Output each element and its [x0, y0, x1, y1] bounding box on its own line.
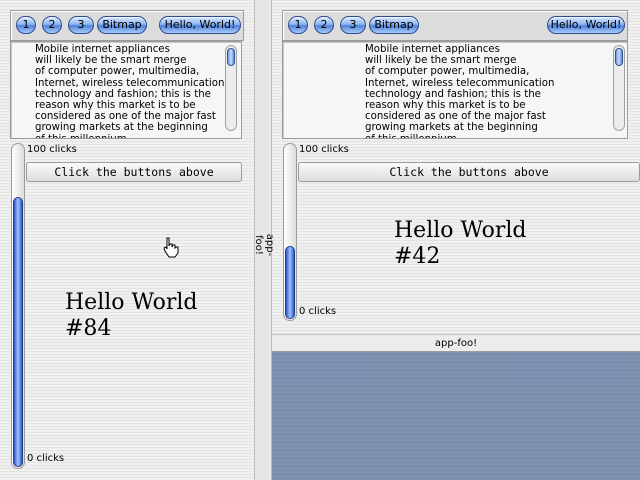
scrollbar-thumb[interactable]: [227, 48, 235, 66]
slider-fill[interactable]: [13, 197, 23, 467]
slider-max-label: 100 clicks: [299, 144, 349, 155]
button-1[interactable]: 1: [288, 16, 308, 34]
bitmap-button[interactable]: Bitmap: [97, 16, 147, 34]
bitmap-button[interactable]: Bitmap: [369, 16, 419, 34]
vertical-splitter[interactable]: app-foo!: [253, 0, 275, 480]
hello-world-button[interactable]: Hello, World!: [159, 16, 241, 34]
scrollbar-thumb[interactable]: [615, 48, 623, 66]
click-slider[interactable]: [283, 143, 297, 321]
button-3[interactable]: 3: [68, 16, 94, 34]
click-slider[interactable]: [11, 143, 25, 469]
button-2[interactable]: 2: [42, 16, 62, 34]
slider-max-label: 100 clicks: [27, 144, 77, 155]
text-scrollbar[interactable]: [225, 45, 237, 131]
app-title-label: app-foo!: [434, 338, 478, 349]
hello-world-button[interactable]: Hello, World!: [547, 16, 625, 34]
button-1[interactable]: 1: [16, 16, 36, 34]
text-view[interactable]: Mobile internet appliances will likely b…: [10, 41, 242, 139]
text-scrollbar[interactable]: [613, 45, 625, 131]
toolbar: 1 2 3 Bitmap Hello, World!: [10, 10, 244, 41]
slider-fill[interactable]: [285, 246, 295, 319]
hello-world-label: Hello World #42: [394, 218, 527, 269]
slider-min-label: 0 clicks: [299, 306, 337, 317]
hello-world-label: Hello World #84: [65, 290, 198, 341]
click-buttons-header[interactable]: Click the buttons above: [298, 162, 640, 182]
click-buttons-header[interactable]: Click the buttons above: [26, 162, 242, 182]
left-pane: 1 2 3 Bitmap Hello, World! Mobile intern…: [0, 0, 254, 480]
slider-min-label: 0 clicks: [27, 453, 65, 464]
desktop-background: [272, 352, 640, 480]
button-2[interactable]: 2: [314, 16, 334, 34]
hand-cursor-icon: [163, 237, 179, 258]
app-title-bar[interactable]: app-foo!: [272, 334, 640, 352]
text-content: Mobile internet appliances will likely b…: [35, 44, 225, 138]
text-content: Mobile internet appliances will likely b…: [365, 44, 555, 138]
button-3[interactable]: 3: [340, 16, 366, 34]
toolbar: 1 2 3 Bitmap Hello, World!: [282, 10, 628, 41]
text-view[interactable]: Mobile internet appliances will likely b…: [282, 41, 628, 139]
